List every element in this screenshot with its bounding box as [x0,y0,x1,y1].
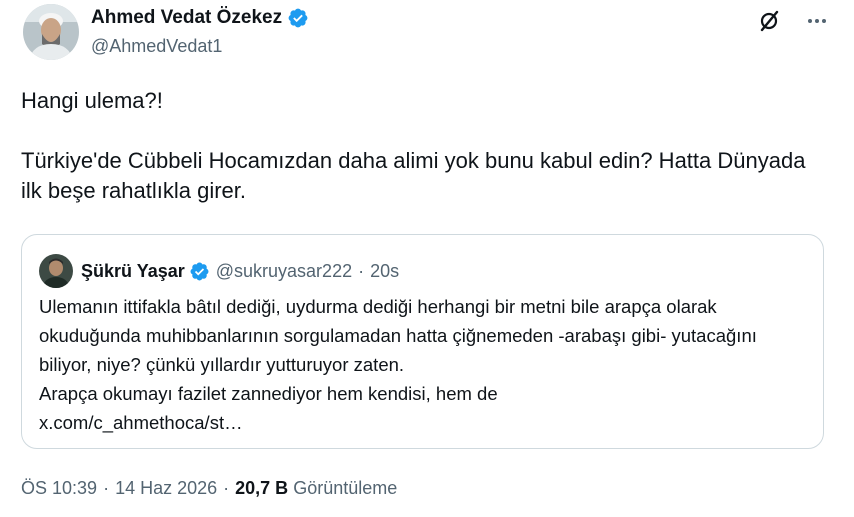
quoted-tweet-line: Arapça okumayı fazilet zannediyor hem ke… [39,383,498,404]
quoted-tweet[interactable]: Şükrü Yaşar @sukruyasar222 · 20s Ulemanı… [21,234,824,449]
quoted-tweet-time: 20s [370,260,400,281]
quoted-tweet-text: Ulemanın ittifakla bâtıl dediği, uydurma… [39,292,814,437]
author-name-text[interactable]: Ahmed Vedat Özekez [91,6,282,30]
grok-icon[interactable] [752,4,786,38]
quoted-author-avatar [39,254,73,288]
quoted-tweet-header: Şükrü Yaşar @sukruyasar222 · 20s [39,254,399,288]
quoted-author-name: Şükrü Yaşar [81,260,185,281]
separator-dot: · [358,260,365,281]
tweet-text: Hangi ulema?! Türkiye'de Cübbeli Hocamız… [21,86,831,206]
quoted-tweet-line: Ulemanın ittifakla bâtıl dediği, uydurma… [39,296,757,375]
separator-dot: · [103,478,110,498]
tweet-meta: ÖS 10:39 · 14 Haz 2026 · 20,7 B Görüntüleme [21,476,397,500]
verified-badge-icon [287,7,309,29]
tweet-line: Türkiye'de Cübbeli Hocamızdan daha alimi… [21,148,806,203]
views-count: 20,7 B [235,478,289,498]
tweet-time[interactable]: ÖS 10:39 [21,478,97,498]
author-avatar[interactable] [23,4,79,60]
author-handle[interactable]: @AhmedVedat1 [91,35,222,57]
quoted-tweet-link: x.com/c_ahmethoca/st… [39,412,243,433]
more-icon[interactable] [800,4,834,38]
verified-badge-icon [189,261,210,282]
tweet-line: Hangi ulema?! [21,88,163,113]
author-name[interactable]: Ahmed Vedat Özekez [91,6,309,30]
tweet-actions [752,4,834,38]
separator-dot: · [223,478,230,498]
views-label: Görüntüleme [293,478,398,498]
tweet-date[interactable]: 14 Haz 2026 [115,478,217,498]
quoted-author-handle: @sukruyasar222 [215,260,353,281]
